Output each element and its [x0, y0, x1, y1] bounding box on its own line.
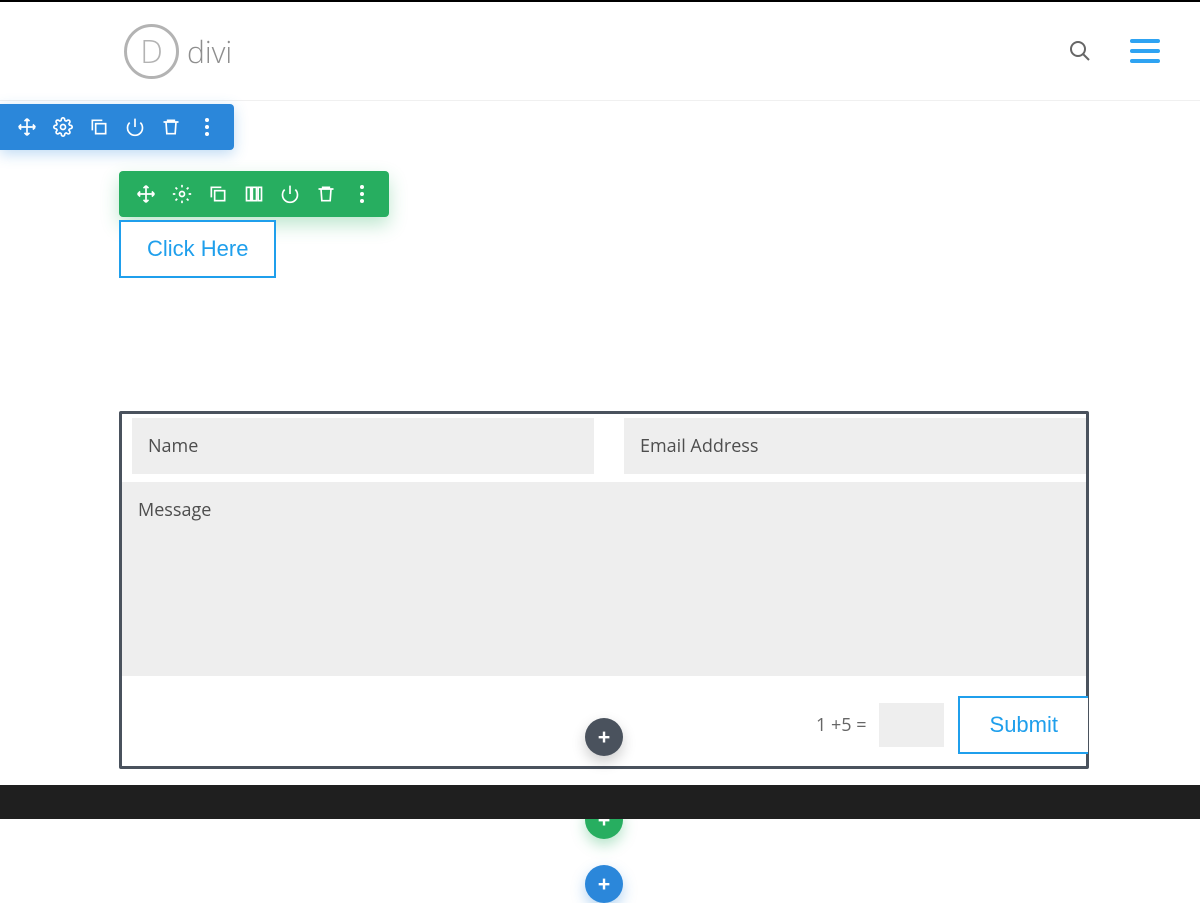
- power-icon[interactable]: [124, 116, 146, 138]
- columns-icon[interactable]: [243, 183, 265, 205]
- header-right: [1068, 39, 1160, 63]
- add-section-button[interactable]: +: [585, 865, 623, 903]
- more-vertical-icon[interactable]: [196, 116, 218, 138]
- email-field[interactable]: [624, 418, 1086, 474]
- contact-form-module[interactable]: 1 +5 = Submit: [119, 411, 1089, 769]
- search-icon[interactable]: [1068, 39, 1092, 63]
- plus-icon: +: [598, 722, 611, 752]
- trash-icon[interactable]: [315, 183, 337, 205]
- power-icon[interactable]: [279, 183, 301, 205]
- captcha-input[interactable]: [879, 703, 944, 747]
- move-icon[interactable]: [135, 183, 157, 205]
- more-vertical-icon[interactable]: [351, 183, 373, 205]
- name-field[interactable]: [132, 418, 594, 474]
- move-icon[interactable]: [16, 116, 38, 138]
- main-header: D divi: [0, 0, 1200, 101]
- row-toolbar: [119, 171, 389, 217]
- hamburger-menu-icon[interactable]: [1130, 39, 1160, 63]
- click-here-button[interactable]: Click Here: [119, 220, 276, 278]
- captcha-label: 1 +5 =: [816, 713, 867, 737]
- add-module-button[interactable]: +: [585, 718, 623, 756]
- logo-mark-icon: D: [124, 24, 179, 79]
- settings-gear-icon[interactable]: [52, 116, 74, 138]
- footer: [0, 785, 1200, 819]
- message-field[interactable]: [122, 482, 1086, 676]
- trash-icon[interactable]: [160, 116, 182, 138]
- plus-icon: +: [598, 869, 611, 899]
- settings-gear-icon[interactable]: [171, 183, 193, 205]
- section-toolbar: [0, 104, 234, 150]
- duplicate-icon[interactable]: [88, 116, 110, 138]
- submit-button[interactable]: Submit: [958, 696, 1088, 754]
- duplicate-icon[interactable]: [207, 183, 229, 205]
- logo-text: divi: [187, 31, 232, 72]
- logo: D divi: [124, 24, 232, 79]
